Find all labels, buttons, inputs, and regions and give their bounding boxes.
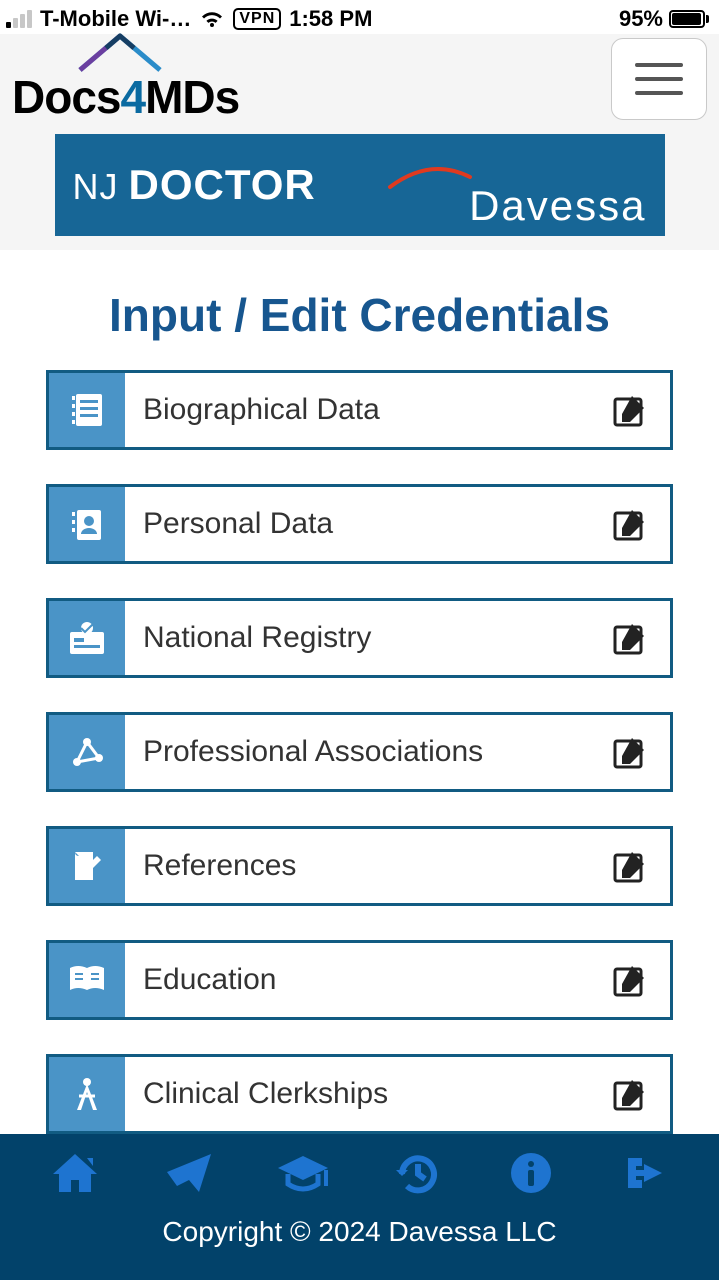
app-header: Docs4MDs NJ DOCTOR Davessa: [0, 34, 719, 250]
logo-text-docs: Docs: [12, 71, 120, 123]
edit-icon[interactable]: [590, 373, 670, 447]
edit-icon[interactable]: [590, 487, 670, 561]
signal-strength-icon: [6, 10, 32, 28]
badge-card-icon: [49, 601, 125, 675]
credential-item-clinical-clerkships[interactable]: Clinical Clerkships: [46, 1054, 673, 1134]
edit-icon[interactable]: [590, 943, 670, 1017]
banner: NJ DOCTOR Davessa: [55, 134, 665, 236]
battery-percent-label: 95%: [619, 6, 663, 32]
edit-icon[interactable]: [590, 715, 670, 789]
id-card-icon: [49, 487, 125, 561]
edit-icon[interactable]: [590, 601, 670, 675]
status-bar: T-Mobile Wi-… VPN 1:58 PM 95%: [0, 0, 719, 34]
nav-education-button[interactable]: [274, 1148, 332, 1198]
copyright-label: Copyright © 2024 Davessa LLC: [162, 1216, 556, 1248]
menu-button[interactable]: [611, 38, 707, 120]
credential-label: Clinical Clerkships: [125, 1057, 590, 1131]
credential-item-references[interactable]: References: [46, 826, 673, 906]
credentials-list: Biographical Data Personal Data National…: [0, 370, 719, 1134]
nav-history-button[interactable]: [388, 1148, 446, 1198]
carrier-label: T-Mobile Wi-…: [40, 6, 191, 32]
credential-label: Personal Data: [125, 487, 590, 561]
nav-send-button[interactable]: [160, 1148, 218, 1198]
credential-label: References: [125, 829, 590, 903]
banner-swoosh-icon: [385, 162, 475, 192]
credential-item-biographical[interactable]: Biographical Data: [46, 370, 673, 450]
banner-brand-label: Davessa: [469, 182, 646, 230]
book-open-icon: [49, 943, 125, 1017]
bottom-nav: Copyright © 2024 Davessa LLC: [0, 1134, 719, 1280]
logo-text-four: 4: [120, 71, 145, 123]
nav-info-button[interactable]: [502, 1148, 560, 1198]
credential-label: Education: [125, 943, 590, 1017]
compass-icon: [49, 1057, 125, 1131]
credential-item-professional-associations[interactable]: Professional Associations: [46, 712, 673, 792]
credential-label: Biographical Data: [125, 373, 590, 447]
credential-item-national-registry[interactable]: National Registry: [46, 598, 673, 678]
credential-item-education[interactable]: Education: [46, 940, 673, 1020]
edit-icon[interactable]: [590, 1057, 670, 1131]
vpn-badge: VPN: [233, 8, 281, 30]
credential-label: National Registry: [125, 601, 590, 675]
network-icon: [49, 715, 125, 789]
battery-icon: [669, 10, 709, 28]
clock-label: 1:58 PM: [289, 6, 372, 32]
edit-icon[interactable]: [590, 829, 670, 903]
logo-roof-icon: [60, 30, 180, 76]
credential-label: Professional Associations: [125, 715, 590, 789]
banner-nj-label: NJ: [73, 166, 119, 208]
notebook-icon: [49, 373, 125, 447]
page-title: Input / Edit Credentials: [0, 288, 719, 342]
nav-home-button[interactable]: [46, 1148, 104, 1198]
nav-logout-button[interactable]: [616, 1148, 674, 1198]
wifi-icon: [199, 9, 225, 29]
app-logo: Docs4MDs: [12, 74, 239, 120]
credential-item-personal[interactable]: Personal Data: [46, 484, 673, 564]
clipboard-pen-icon: [49, 829, 125, 903]
banner-doctor-label: DOCTOR: [129, 161, 316, 209]
logo-text-mds: MDs: [145, 71, 239, 123]
